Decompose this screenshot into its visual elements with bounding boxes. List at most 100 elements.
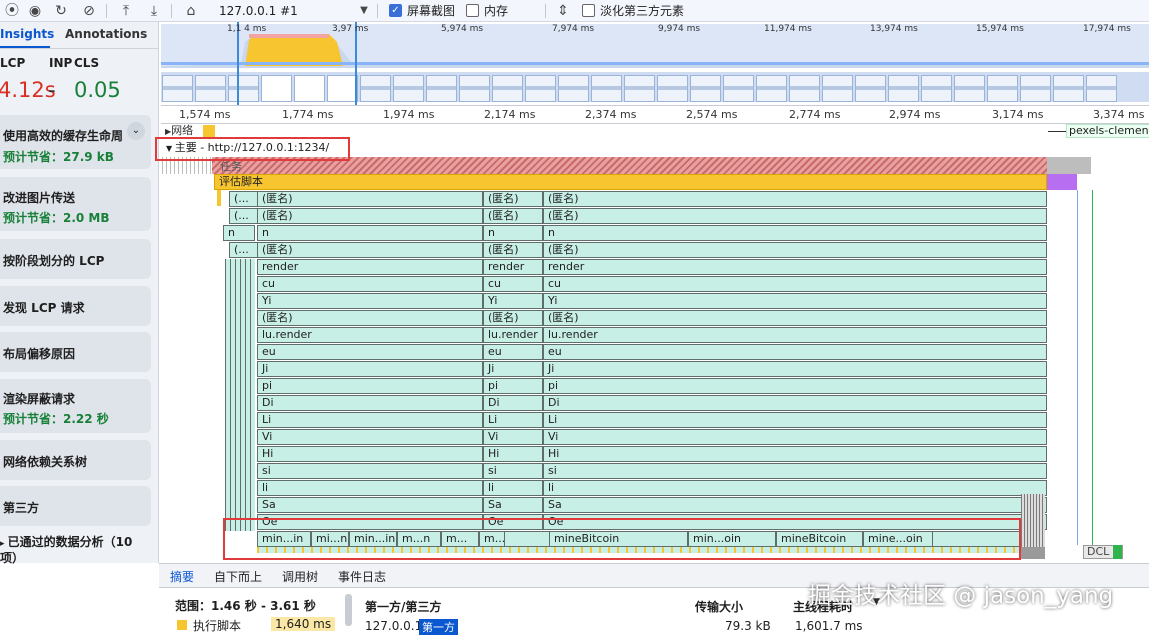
screenshot-thumbnail[interactable] (624, 75, 655, 102)
insight-card-render-blocking[interactable]: 渲染屏蔽请求 预计节省：2.22 秒 (0, 379, 151, 433)
cls-value[interactable]: 0.05 (74, 78, 121, 102)
flame-bar[interactable]: (匿名) (483, 242, 543, 258)
flame-bar[interactable]: li (543, 480, 1047, 496)
flame-bar[interactable]: render (483, 259, 543, 275)
flame-bar[interactable]: (匿名) (543, 242, 1047, 258)
flame-bar[interactable]: Sa (257, 497, 483, 513)
session-select[interactable]: 127.0.0.1 #1 (219, 3, 298, 19)
resizer[interactable] (345, 594, 352, 626)
collapse-icon[interactable]: ⇕ (554, 2, 572, 20)
download-icon[interactable]: ⤓ (145, 2, 163, 20)
screenshot-thumbnail[interactable] (195, 75, 226, 102)
flame-bar[interactable]: pi (543, 378, 1047, 394)
flame-bar[interactable]: n (543, 225, 1047, 241)
screenshot-thumbnail[interactable] (987, 75, 1018, 102)
screenshot-thumbnail[interactable] (888, 75, 919, 102)
flame-bar[interactable]: lu.render (543, 327, 1047, 343)
flame-bar[interactable]: (匿名) (257, 208, 483, 224)
screenshot-thumbnail[interactable] (789, 75, 820, 102)
flame-bar[interactable]: Li (257, 412, 483, 428)
tab-bottom-up[interactable]: 自下而上 (214, 568, 262, 585)
flame-bar[interactable]: cu (257, 276, 483, 292)
record-button-icon[interactable]: ◉ (26, 2, 44, 20)
flame-bar[interactable]: (匿名) (257, 242, 483, 258)
selection-left-handle[interactable] (237, 22, 239, 105)
flame-bar[interactable]: si (543, 463, 1047, 479)
flame-bar[interactable]: Hi (257, 446, 483, 462)
insight-card-third-party[interactable]: 第三方 (0, 486, 151, 526)
chevron-down-icon[interactable]: ⌄ (127, 122, 145, 140)
flame-bar[interactable]: render (543, 259, 1047, 275)
screenshot-thumbnail[interactable] (591, 75, 622, 102)
clear-icon[interactable]: ⊘ (80, 2, 98, 20)
flame-bar[interactable]: Di (543, 395, 1047, 411)
screenshot-thumbnail[interactable] (294, 75, 325, 102)
flame-bar[interactable]: n (257, 225, 483, 241)
chevron-down-icon[interactable]: ▼ (355, 2, 373, 20)
tab-summary[interactable]: 摘要 (170, 568, 195, 590)
inp-value[interactable]: - (48, 78, 56, 102)
screenshot-thumbnail[interactable] (492, 75, 523, 102)
flame-bar[interactable]: Di (257, 395, 483, 411)
flame-bar[interactable]: pi (483, 378, 543, 394)
screenshot-thumbnail[interactable] (393, 75, 424, 102)
timeline-overview[interactable]: 1,1 4 ms 3,97 ms 5,974 ms 7,974 ms 9,974… (161, 22, 1149, 105)
screenshot-thumbnail[interactable] (327, 75, 358, 102)
flame-bar[interactable]: n (483, 225, 543, 241)
flame-bar[interactable]: n (223, 225, 255, 241)
screenshot-thumbnail[interactable] (459, 75, 490, 102)
flame-bar[interactable]: Hi (483, 446, 543, 462)
flame-bar[interactable]: Ji (543, 361, 1047, 377)
flame-bar[interactable]: li (483, 480, 543, 496)
tab-call-tree[interactable]: 调用树 (282, 568, 318, 585)
screenshots-checkbox[interactable]: ✓ (389, 4, 402, 17)
flame-bar[interactable]: (匿名) (543, 191, 1047, 207)
row-host[interactable]: 127.0.0.1 (365, 619, 422, 633)
screenshot-thumbnail[interactable] (657, 75, 688, 102)
flame-chart[interactable]: (... (匿名) (匿名) (匿名) (... (匿名) (匿名) (匿名) n n n n (...… (161, 124, 1149, 563)
flame-bar[interactable]: (匿名) (483, 310, 543, 326)
flame-bar[interactable]: si (257, 463, 483, 479)
tab-event-log[interactable]: 事件日志 (338, 568, 386, 585)
screenshot-thumbnail[interactable] (756, 75, 787, 102)
flame-bar[interactable]: Hi (543, 446, 1047, 462)
flame-bar[interactable]: eu (543, 344, 1047, 360)
flame-bar[interactable]: Ji (483, 361, 543, 377)
flame-bar[interactable]: (匿名) (543, 310, 1047, 326)
screenshot-thumbnail[interactable] (921, 75, 952, 102)
record-icon[interactable]: ⦿ (3, 2, 21, 20)
selection-right-handle[interactable] (355, 22, 357, 105)
insight-card-cache[interactable]: 使用高效的缓存生命周 预计节省：27.9 kB ⌄ (0, 115, 151, 169)
flame-bar[interactable]: cu (483, 276, 543, 292)
screenshot-thumbnail[interactable] (1086, 75, 1117, 102)
flame-bar[interactable]: cu (543, 276, 1047, 292)
flame-bar[interactable]: Vi (543, 429, 1047, 445)
memory-checkbox[interactable] (466, 4, 479, 17)
insight-card-images[interactable]: 改进图片传送 预计节省：2.0 MB (0, 177, 151, 231)
flame-bar[interactable]: Li (543, 412, 1047, 428)
flame-bar[interactable]: (匿名) (543, 208, 1047, 224)
flame-bar[interactable]: Di (483, 395, 543, 411)
screenshot-thumbnail[interactable] (954, 75, 985, 102)
screenshot-thumbnail[interactable] (723, 75, 754, 102)
flame-bar[interactable]: (匿名) (483, 191, 543, 207)
tab-insights[interactable]: Insights (0, 27, 54, 41)
screenshot-thumbnail[interactable] (261, 75, 292, 102)
flame-bar[interactable]: eu (483, 344, 543, 360)
flame-bar[interactable]: li (257, 480, 483, 496)
insight-card-network-tree[interactable]: 网络依赖关系树 (0, 440, 151, 480)
upload-icon[interactable]: ⤒ (117, 2, 135, 20)
flame-bar[interactable]: Ji (257, 361, 483, 377)
flame-bar[interactable]: pi (257, 378, 483, 394)
insight-card-lcp-phases[interactable]: 按阶段划分的 LCP (0, 239, 151, 279)
flame-bar[interactable]: lu.render (257, 327, 483, 343)
flame-bar[interactable]: Yi (543, 293, 1047, 309)
screenshot-thumbnail[interactable] (360, 75, 391, 102)
column-transfer-size[interactable]: 传输大小 (695, 598, 743, 615)
screenshot-thumbnail[interactable] (525, 75, 556, 102)
flame-bar[interactable]: Sa (483, 497, 543, 513)
insight-card-lcp-request[interactable]: 发现 LCP 请求 (0, 286, 151, 326)
flame-bar[interactable]: Li (483, 412, 543, 428)
screenshot-thumbnail[interactable] (162, 75, 193, 102)
flame-bar[interactable]: lu.render (483, 327, 543, 343)
